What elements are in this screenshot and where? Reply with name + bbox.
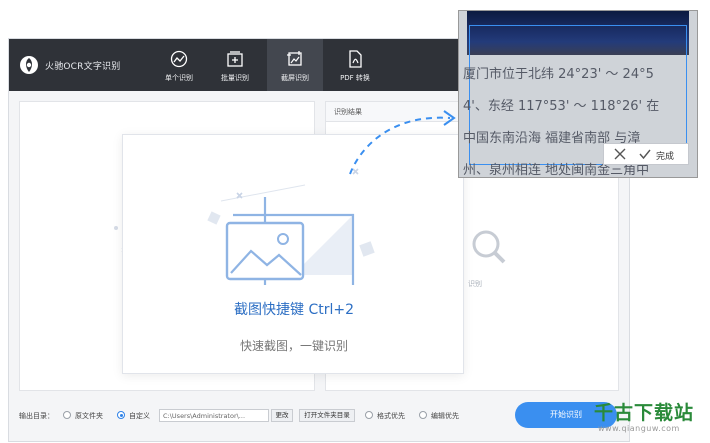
output-dir-label: 输出目录：: [19, 412, 54, 420]
original-folder-label: 原文件夹: [75, 412, 103, 420]
batch-recognize-icon: [227, 51, 243, 67]
dashed-arrow-icon: [349, 110, 456, 175]
single-recognize-icon: [170, 50, 188, 68]
bottom-toolbar: 输出目录： 原文件夹 自定义 C:\Users\Administrator\..…: [9, 397, 629, 441]
capture-confirm-bar: 完成: [603, 143, 689, 165]
check-icon[interactable]: [638, 147, 652, 161]
app-logo-icon: [20, 56, 38, 74]
format-priority-label: 格式优先: [377, 412, 405, 420]
tab-label: PDF 转换: [340, 74, 370, 82]
tab-screenshot-recognize[interactable]: 截屏识别: [267, 39, 323, 91]
preview-text-line: 厦门市位于北纬 24°23' ～ 24°5: [463, 67, 654, 82]
watermark: 千古下载站 www.qianguw.com: [590, 398, 708, 442]
result-placeholder-label: 识别: [468, 280, 482, 288]
tab-label: 截屏识别: [281, 74, 309, 82]
tab-pdf-convert[interactable]: PDF 转换: [327, 39, 383, 91]
shortcut-title: 截图快捷键 Ctrl+2: [234, 302, 354, 318]
tab-single-recognize[interactable]: 单个识别: [151, 39, 207, 91]
tab-label: 批量识别: [221, 74, 249, 82]
done-button[interactable]: 完成: [656, 149, 674, 162]
close-icon[interactable]: [612, 146, 628, 162]
radio-edit-priority[interactable]: [419, 411, 427, 419]
watermark-brand: 千古下载站: [594, 402, 695, 424]
change-path-button[interactable]: 更改: [271, 409, 293, 422]
watermark-url: www.qianguw.com: [598, 424, 680, 433]
screenshot-stage: 火驰OCR文字识别 单个识别 批量识别 截屏识别 PDF 转换 识别结果 识别 …: [0, 0, 710, 443]
pdf-convert-icon: [349, 50, 362, 68]
shortcut-subtitle: 快速截图，一键识别: [239, 339, 348, 353]
radio-custom-folder[interactable]: [117, 411, 125, 419]
screenshot-preview[interactable]: 厦门市位于北纬 24°23' ～ 24°5 4'、东经 117°53' ～ 11…: [458, 10, 698, 178]
edit-priority-label: 编辑优先: [431, 412, 459, 420]
open-folder-button[interactable]: 打开文件夹目录: [299, 409, 355, 422]
preview-text-line: 4'、东经 117°53' ～ 118°26' 在: [463, 99, 660, 114]
output-path-field[interactable]: C:\Users\Administrator\...: [159, 409, 269, 422]
tab-batch-recognize[interactable]: 批量识别: [207, 39, 263, 91]
radio-format-priority[interactable]: [365, 411, 373, 419]
app-title: 火驰OCR文字识别: [45, 62, 121, 72]
radio-original-folder[interactable]: [63, 411, 71, 419]
screenshot-recognize-icon: [287, 51, 302, 66]
tab-label: 单个识别: [165, 74, 193, 82]
magnifier-icon: [472, 230, 506, 264]
custom-folder-label: 自定义: [129, 412, 150, 420]
